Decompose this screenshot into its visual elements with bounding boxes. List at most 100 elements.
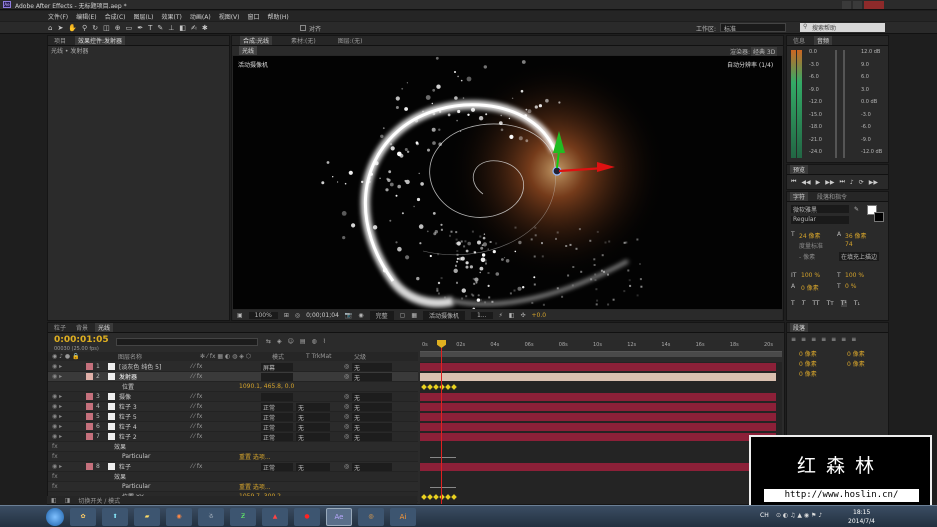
eyedropper-icon[interactable]: ✎ [854, 206, 859, 213]
expand-switches-icon[interactable]: ◧ [51, 497, 57, 504]
visibility-icon[interactable]: fx [48, 443, 86, 450]
indent-left-value[interactable]: 0 像素 [799, 349, 817, 358]
layer-name[interactable]: Particular [122, 453, 194, 460]
parent-select[interactable]: 无 [352, 422, 392, 431]
start-button-icon[interactable] [46, 508, 64, 526]
rotate-tool-icon[interactable]: ↻ [92, 24, 98, 32]
pan-behind-tool-icon[interactable]: ⊕ [115, 24, 121, 32]
app-icon-3[interactable]: Ƶ [230, 508, 256, 526]
blend-mode-select[interactable]: 正常 [261, 422, 293, 431]
layer-duration-bar[interactable] [420, 393, 776, 401]
label-color-swatch[interactable] [86, 413, 93, 420]
views-select[interactable]: 1... [471, 311, 493, 319]
track-row[interactable] [420, 372, 782, 382]
track-row[interactable] [420, 362, 782, 372]
property-value[interactable]: 重置 选项... [239, 482, 271, 491]
parent-pickwhip-icon[interactable]: ◎ [344, 413, 352, 420]
maximize-button[interactable] [853, 1, 862, 9]
keyframe-icon[interactable] [421, 384, 427, 390]
tab-composition[interactable]: 合成:光线 [240, 36, 273, 45]
tsume-value[interactable]: 0 % [845, 283, 856, 290]
menu-item[interactable]: 文件(F) [48, 12, 68, 21]
layer-name[interactable]: 位置 [122, 382, 194, 391]
exposure-icon[interactable]: ✣ [520, 312, 525, 319]
grid-icon[interactable]: ⊞ [284, 312, 289, 319]
track-row[interactable] [420, 482, 782, 492]
parent-pickwhip-icon[interactable]: ◎ [344, 373, 352, 380]
trkmat-select[interactable] [296, 393, 330, 401]
layer-row[interactable]: ◉ ▸ 5 粒子 5 ⁄ ⁄ fx 正常无 ◎ 无 [48, 412, 418, 422]
track-row[interactable] [420, 492, 782, 502]
faux-bold-button[interactable]: T [791, 300, 795, 307]
layer-row[interactable]: ◉ ▸ 6 粒子 4 ⁄ ⁄ fx 正常无 ◎ 无 [48, 422, 418, 432]
align-center-icon[interactable]: ≡ [801, 336, 806, 343]
label-color-swatch[interactable] [86, 463, 93, 470]
justify-all-icon[interactable]: ≡ [851, 336, 856, 343]
comp-chip[interactable]: 光线 [239, 46, 258, 55]
menu-item[interactable]: 视图(V) [219, 12, 240, 21]
property-row[interactable]: fx 效果 [48, 472, 418, 482]
last-frame-icon[interactable]: ⏭ [840, 178, 845, 186]
visibility-icon[interactable]: ◉ ▸ [48, 433, 86, 440]
tab-comp-particles[interactable]: 粒子 [51, 323, 69, 332]
layer-name[interactable]: 粒子 3 [119, 402, 191, 411]
tab-layer[interactable]: 图层:(无) [335, 36, 366, 45]
parent-pickwhip-icon[interactable]: ◎ [344, 393, 352, 400]
baseline-value[interactable]: 0 像素 [801, 283, 819, 292]
puppet-tool-icon[interactable]: ✱ [202, 24, 208, 32]
viewer-canvas[interactable]: 活动摄像机 自动分辨率 (1/4) [233, 56, 782, 309]
tab-character[interactable]: 字符 [790, 192, 809, 201]
roi-icon[interactable]: ▢ [400, 312, 406, 319]
renderer-value[interactable]: 经典 3D [751, 47, 778, 56]
property-value[interactable]: 重置 选项... [239, 452, 271, 461]
faux-italic-button[interactable]: T [802, 300, 806, 307]
justify-center-icon[interactable]: ≡ [831, 336, 836, 343]
exposure-value[interactable]: +0.0 [531, 312, 546, 319]
timecode-display[interactable]: 0;00;01;04 [306, 312, 339, 319]
snapshot-icon[interactable]: 📷 [345, 312, 352, 319]
hand-tool-icon[interactable]: ✋ [68, 24, 77, 32]
prev-frame-icon[interactable]: ◀◀ [801, 179, 810, 186]
app-icon-1[interactable]: ✿ [70, 508, 96, 526]
toggle-switches-label[interactable]: 切换开关 / 模式 [78, 496, 120, 505]
track-row[interactable] [420, 432, 782, 442]
record-icon[interactable]: ● [294, 508, 320, 526]
time-ruler[interactable]: 0s 02s 04s 06s 08s 10s 12s 14s 16s 18s 20s [420, 340, 782, 352]
layer-name[interactable]: 效果 [114, 472, 186, 481]
tab-paragraph-directives[interactable]: 段落和指令 [814, 192, 850, 201]
close-button[interactable] [864, 1, 884, 9]
roto-tool-icon[interactable]: ✍ [191, 24, 197, 32]
tab-footage[interactable]: 素材:(无) [288, 36, 319, 45]
layer-name[interactable]: 粒子 [119, 462, 191, 471]
visibility-icon[interactable]: ◉ ▸ [48, 393, 86, 400]
layer-row[interactable]: ◉ ▸ 7 粒子 2 ⁄ ⁄ fx 正常无 ◎ 无 [48, 432, 418, 442]
stroke-type-select[interactable]: 在填充上描边 [839, 252, 880, 261]
zoom-select[interactable]: 100% [248, 311, 278, 319]
layer-name[interactable]: 效果 [114, 442, 186, 451]
layer-duration-bar[interactable] [420, 423, 776, 431]
kerning-value[interactable]: - 像素 [799, 252, 815, 261]
align-checkbox[interactable] [300, 25, 306, 31]
blend-mode-select[interactable]: 正常 [261, 402, 293, 411]
layer-duration-bar[interactable] [420, 403, 776, 411]
layer-switches[interactable]: ⁄ ⁄ fx [191, 433, 261, 440]
selection-tool-icon[interactable]: ➤ [57, 24, 63, 32]
track-row[interactable] [420, 422, 782, 432]
next-frame-icon[interactable]: ▶▶ [825, 179, 834, 186]
shy-icon[interactable]: ☺ [288, 338, 294, 345]
leading-value[interactable]: 36 像素 [845, 231, 867, 240]
illustrator-taskbar-icon[interactable]: Ai [390, 508, 416, 526]
frame-blend-icon[interactable]: ▤ [300, 338, 306, 345]
font-style-select[interactable]: Regular [791, 216, 849, 224]
layer-row[interactable]: ◉ ▸ 2 发射器 ⁄ ⁄ fx ◎ 无 [48, 372, 418, 382]
folder-icon[interactable]: ▰ [134, 508, 160, 526]
trkmat-select[interactable] [296, 363, 330, 371]
track-row[interactable] [420, 382, 782, 392]
menu-item[interactable]: 编辑(E) [76, 12, 96, 21]
view-select[interactable]: 活动摄像机 [423, 310, 466, 320]
blend-mode-select[interactable] [261, 372, 293, 381]
font-family-select[interactable]: 微软雅黑 [791, 205, 849, 214]
trkmat-select[interactable]: 无 [296, 432, 330, 441]
comp-mini-flowchart-icon[interactable]: ⇆ [266, 338, 271, 345]
track-row[interactable] [420, 392, 782, 402]
